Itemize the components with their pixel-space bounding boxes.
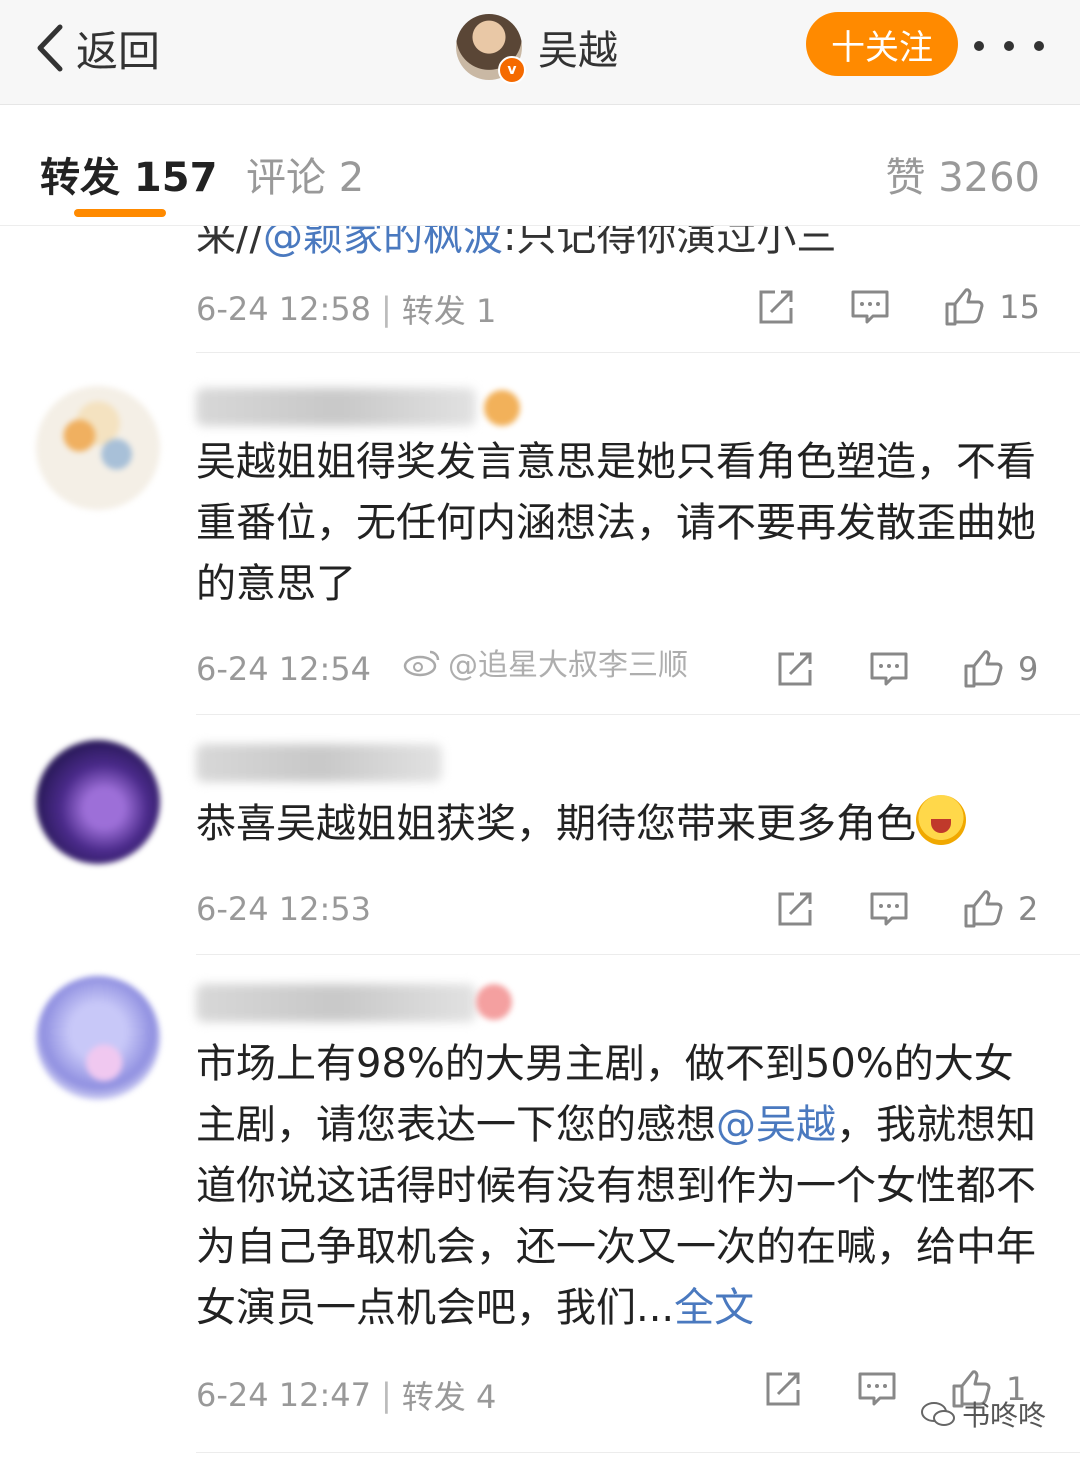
timestamp: 6-24 12:54 (196, 650, 372, 688)
separator: | (381, 1376, 392, 1414)
username-blurred[interactable] (196, 388, 476, 426)
divider (196, 1452, 1080, 1453)
partial-post-text: 来//@颖家的枫波:只记得你演过小三 (196, 226, 836, 262)
username-blurred[interactable] (196, 984, 476, 1022)
post-meta: 6-24 12:47 | 转发 4 (196, 1372, 496, 1418)
chevron-left-icon (37, 24, 63, 72)
tab-like[interactable]: 赞 3260 (885, 145, 1040, 203)
avatar[interactable] (36, 386, 160, 510)
comment-button[interactable] (868, 648, 910, 690)
mention-link[interactable]: @颖家的枫波 (263, 226, 503, 260)
repost-list[interactable]: 来//@颖家的枫波:只记得你演过小三 6-24 12:58 | 转发 1 15 … (0, 226, 1080, 1460)
text-fragment: :只记得你演过小三 (502, 226, 837, 260)
comment-icon (870, 892, 908, 926)
divider (196, 714, 1080, 715)
comment-button[interactable] (868, 888, 910, 930)
share-button[interactable] (774, 888, 816, 930)
comment-icon (851, 290, 889, 324)
post-meta: 6-24 12:58 | 转发 1 (196, 286, 496, 332)
comment-icon (858, 1372, 896, 1406)
comment-text: 市场上有98%的大男主剧，做不到50%的大女主剧，请您表达一下您的感想@吴越，我… (196, 1034, 1044, 1339)
share-button[interactable] (762, 1368, 804, 1410)
like-button[interactable]: 15 (943, 286, 1040, 328)
share-icon (766, 1372, 800, 1406)
comment-button[interactable] (849, 286, 891, 328)
avatar[interactable] (36, 976, 160, 1100)
thumbs-up-icon (964, 890, 1003, 928)
watermark: 书咚咚 (920, 1394, 1046, 1434)
repost-count[interactable]: 转发 4 (402, 1372, 497, 1418)
user-badge-icon (484, 390, 520, 426)
divider (196, 352, 1080, 353)
timestamp: 6-24 12:47 (196, 1376, 372, 1414)
tab-bar: 转发 157 评论 2 赞 3260 (0, 105, 1080, 226)
comment-text-body: 恭喜吴越姐姐获奖，期待您带来更多角色 (196, 801, 916, 847)
watermark: @追星大叔李三顺 (402, 640, 688, 684)
weibo-logo-icon (403, 650, 440, 677)
like-count: 2 (1018, 890, 1039, 928)
share-icon (778, 652, 812, 686)
comment-button[interactable] (856, 1368, 898, 1410)
like-count: 9 (1018, 650, 1039, 688)
comment-text: 吴越姐姐得奖发言意思是她只看角色塑造，不看重番位，无任何内涵想法，请不要再发散歪… (196, 439, 1036, 607)
watermark-text: @追星大叔李三顺 (448, 648, 688, 683)
profile-header[interactable]: v 吴越 (456, 12, 618, 84)
laughing-emoji-icon (916, 795, 966, 845)
share-button[interactable] (774, 648, 816, 690)
like-button[interactable]: 2 (962, 888, 1040, 930)
wechat-logo-icon (921, 1402, 955, 1426)
full-text-link[interactable]: 全文 (674, 1285, 754, 1331)
more-dots-icon[interactable] (974, 28, 1044, 64)
divider (196, 954, 1080, 955)
comment-icon (870, 652, 908, 686)
share-icon (759, 290, 793, 324)
tab-repost[interactable]: 转发 157 (40, 145, 217, 203)
share-icon (778, 892, 812, 926)
text-fragment: 来// (196, 226, 263, 260)
avatar[interactable]: v (456, 14, 526, 84)
share-button[interactable] (755, 286, 797, 328)
avatar[interactable] (36, 740, 160, 864)
post-meta: 6-24 12:53 (196, 890, 371, 928)
username-blurred[interactable] (196, 744, 442, 782)
back-label: 返回 (76, 26, 161, 76)
thumbs-up-icon (964, 650, 1003, 688)
thumbs-up-icon (945, 288, 984, 326)
mention-link[interactable]: @吴越 (716, 1102, 836, 1148)
post-meta: 6-24 12:54 (196, 650, 371, 688)
like-count: 15 (999, 288, 1040, 326)
dot (974, 41, 984, 51)
repost-count[interactable]: 转发 1 (402, 286, 497, 332)
tab-comment[interactable]: 评论 2 (246, 145, 364, 203)
action-row: 15 (755, 282, 1040, 332)
dot (1004, 41, 1014, 51)
top-nav-bar: 返回 v 吴越 十关注 (0, 0, 1080, 105)
dot (1034, 41, 1044, 51)
verified-badge-icon: v (498, 56, 526, 84)
user-badge-icon (476, 984, 512, 1020)
active-tab-indicator (74, 209, 166, 217)
action-row: 9 (774, 644, 1040, 694)
page-title: 吴越 (538, 28, 618, 74)
action-row: 2 (774, 884, 1040, 934)
timestamp: 6-24 12:58 (196, 290, 372, 328)
back-button[interactable]: 返回 (30, 18, 160, 78)
separator: | (381, 290, 392, 328)
watermark-text: 书咚咚 (962, 1399, 1047, 1432)
comment-text: 恭喜吴越姐姐获奖，期待您带来更多角色 (196, 794, 1044, 855)
like-button[interactable]: 9 (962, 648, 1040, 690)
follow-button[interactable]: 十关注 (806, 12, 958, 76)
timestamp: 6-24 12:53 (196, 890, 372, 928)
